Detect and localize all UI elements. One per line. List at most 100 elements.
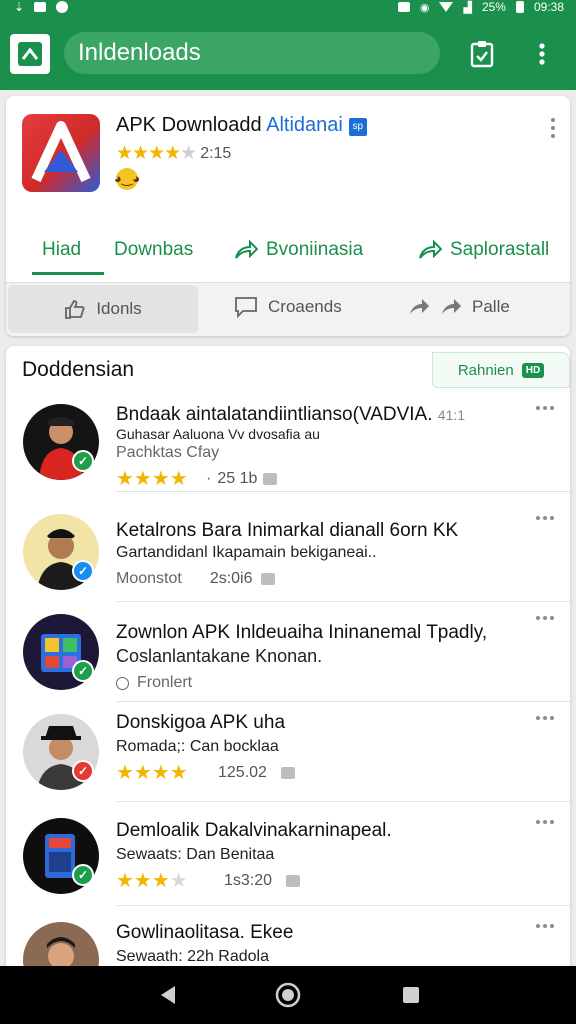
action-label: Palle bbox=[472, 297, 510, 316]
app-developer-link[interactable]: Altidanai bbox=[266, 114, 343, 136]
item-title: Gowlinaolitasa. Ekee bbox=[116, 922, 294, 943]
action-label: Idonls bbox=[96, 299, 142, 318]
tab-label: Downbas bbox=[114, 239, 194, 260]
tab-label: Hiad bbox=[42, 239, 82, 260]
more-dot-icon bbox=[551, 126, 555, 130]
verified-check-icon: ✓ bbox=[72, 864, 94, 886]
recents-square-icon bbox=[403, 987, 419, 1003]
share-arrow-icon bbox=[419, 240, 442, 259]
mute-icon bbox=[397, 2, 410, 12]
action-bar: Idonls Croaends Palle bbox=[6, 283, 570, 336]
top-toolbar: Inldenloads bbox=[0, 18, 576, 90]
item-title: Demloalik Dakalvinakarninapeal. bbox=[116, 820, 392, 841]
more-dot-icon bbox=[551, 118, 555, 122]
item-more-button[interactable] bbox=[536, 616, 554, 620]
more-vert-icon bbox=[539, 43, 545, 65]
item-more-button[interactable] bbox=[536, 516, 554, 520]
tag-icon bbox=[260, 573, 275, 585]
status-bar: ⇣ ◉ ▟ 25% 09:38 bbox=[0, 0, 576, 18]
tab-downbas[interactable]: Downbas bbox=[114, 226, 193, 274]
item-title: Ketalrons Bara Inimarkal dianall 6orn KK bbox=[116, 520, 459, 541]
item-title: Bndaak aintalatandiintlianso(VADVIA. 41:… bbox=[116, 404, 466, 425]
item-more-button[interactable] bbox=[536, 716, 554, 720]
item-subtitle: Gartandidanl Ikapamain bekiganeai.. bbox=[116, 544, 377, 561]
more-dot-icon bbox=[543, 516, 547, 520]
app-logo[interactable] bbox=[22, 114, 100, 192]
clock: 09:38 bbox=[533, 0, 564, 14]
tab-bvoniinasia[interactable]: Bvoniinasia bbox=[234, 226, 363, 274]
item-subtitle: Sewaats: Dan Benitaa bbox=[116, 846, 275, 863]
divider bbox=[116, 905, 570, 906]
tag-icon bbox=[280, 767, 295, 779]
status-right-icons: ◉ ▟ 25% 09:38 bbox=[397, 0, 564, 14]
more-dot-icon bbox=[543, 820, 547, 824]
list-item[interactable]: ✓ Donskigoa APK uha Romada;: Can bocklaa… bbox=[6, 702, 570, 802]
tag-icon bbox=[263, 473, 278, 485]
back-button[interactable] bbox=[152, 980, 182, 1010]
share-button[interactable]: Palle bbox=[408, 283, 510, 331]
more-dot-icon bbox=[543, 716, 547, 720]
share-arrow-icon bbox=[442, 299, 461, 314]
comment-icon bbox=[235, 297, 257, 318]
hd-badge: HD bbox=[521, 362, 545, 378]
tab-hiad[interactable]: Hiad bbox=[42, 226, 81, 274]
item-subtitle: Coslanlantakane Knonan. bbox=[116, 646, 323, 666]
item-more-button[interactable] bbox=[536, 406, 554, 410]
search-input[interactable]: Inldenloads bbox=[64, 32, 440, 74]
item-more-button[interactable] bbox=[536, 924, 554, 928]
list-item[interactable]: ✓ Demloalik Dakalvinakarninapeal. Sewaat… bbox=[6, 806, 570, 906]
more-dot-icon bbox=[536, 716, 540, 720]
share-arrow-icon bbox=[410, 299, 429, 314]
tab-saplorastall[interactable]: Saplorastall bbox=[418, 226, 549, 274]
more-dot-icon bbox=[551, 134, 555, 138]
list-item[interactable]: ✓ Bndaak aintalatandiintlianso(VADVIA. 4… bbox=[6, 392, 570, 492]
more-dot-icon bbox=[550, 924, 554, 928]
battery-icon bbox=[515, 1, 524, 13]
more-dot-icon bbox=[536, 516, 540, 520]
rating-value: 2:15 bbox=[200, 144, 232, 162]
app-tabs: Hiad Downbas Bvoniinasia Saplorastall bbox=[6, 226, 570, 274]
battery-text: 25% bbox=[481, 0, 506, 14]
more-dot-icon bbox=[543, 924, 547, 928]
more-dot-icon bbox=[536, 820, 540, 824]
app-title: APK Downloadd Altidanai sp bbox=[116, 114, 367, 137]
home-button[interactable] bbox=[273, 980, 303, 1010]
share-arrow-icon bbox=[235, 240, 258, 259]
overflow-menu-button[interactable] bbox=[530, 38, 554, 70]
verified-check-icon: ✓ bbox=[72, 450, 94, 472]
wifi-icon: ◉ bbox=[419, 1, 430, 14]
thumbs-up-icon bbox=[65, 300, 85, 319]
rating-filter-chip[interactable]: Rahnien HD bbox=[432, 352, 570, 388]
tab-label: Bvoniinasia bbox=[266, 239, 364, 260]
section-title: Doddensian bbox=[22, 358, 135, 381]
item-value: · 25 1b bbox=[206, 470, 278, 488]
verified-check-icon: ✓ bbox=[72, 660, 94, 682]
home-circle-icon bbox=[275, 982, 301, 1008]
bullet: · bbox=[206, 470, 212, 487]
item-value: 1s3:20 bbox=[224, 872, 301, 890]
list-item[interactable]: ✓ Zownlon APK Inldeuaiha Ininanemal Tpad… bbox=[6, 602, 570, 702]
clipboard-check-icon bbox=[470, 41, 494, 68]
item-subtitle: Guhasar Aaluona Vv dvosafia au bbox=[116, 426, 320, 442]
info-icon bbox=[56, 1, 69, 13]
item-stars: ★★★★ bbox=[116, 870, 188, 892]
app-header-card: APK Downloadd Altidanai sp ★★★★★ 2:15 ◕‿◕… bbox=[6, 96, 570, 336]
list-item[interactable]: ✓ Ketalrons Bara Inimarkal dianall 6orn … bbox=[6, 502, 570, 602]
recents-button[interactable] bbox=[396, 980, 426, 1010]
emoji-icon: ◕‿◕ bbox=[114, 168, 140, 190]
store-home-button[interactable] bbox=[10, 34, 50, 74]
clipboard-button[interactable] bbox=[466, 38, 498, 70]
rating-stars: ★★★★★ bbox=[116, 143, 197, 164]
more-dot-icon bbox=[536, 924, 540, 928]
active-tab-indicator bbox=[32, 272, 104, 275]
like-button[interactable]: Idonls bbox=[8, 285, 198, 333]
comments-button[interactable]: Croaends bbox=[234, 283, 342, 331]
app-card-more-button[interactable] bbox=[550, 118, 556, 138]
verified-badge: sp bbox=[348, 118, 367, 136]
chip-label: Rahnien bbox=[457, 361, 514, 379]
more-dot-icon bbox=[550, 616, 554, 620]
system-nav-bar bbox=[0, 966, 576, 1024]
item-more-button[interactable] bbox=[536, 820, 554, 824]
item-meta: Pachktas Cfay bbox=[116, 444, 220, 461]
app-logo-icon bbox=[31, 121, 91, 183]
